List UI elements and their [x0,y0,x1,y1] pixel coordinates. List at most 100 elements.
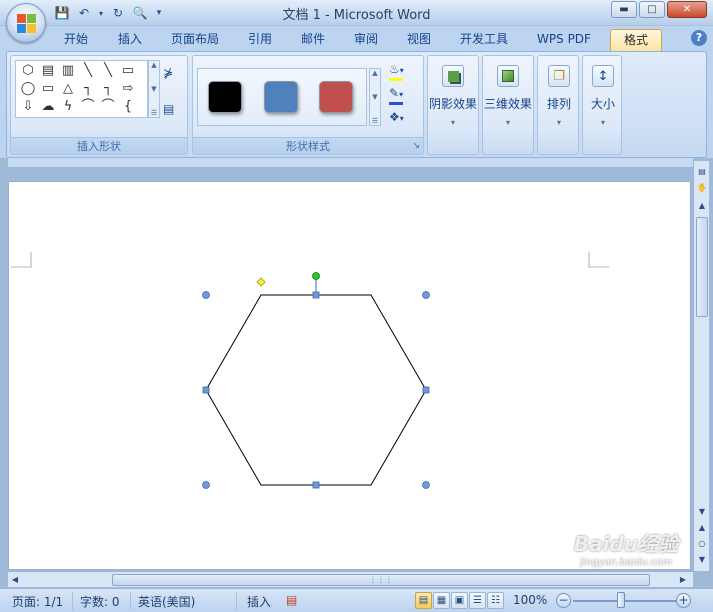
shape-option[interactable]: ⌒ [98,98,118,116]
page-count[interactable]: 页面: 1/1 [12,593,63,610]
text-box-icon[interactable]: ▤ [163,102,174,116]
zoom-level[interactable]: 100% [513,593,547,607]
status-bar: 页面: 1/1 字数: 0 英语(美国) 插入 ▤ ▤ ▦ ▣ ☰ ☷ 100%… [0,588,713,612]
zoom-in-icon[interactable]: + [676,593,691,608]
shape-option[interactable]: ▤ [38,62,58,80]
edit-shape-icon[interactable]: ⋡ [163,66,173,80]
minimize-icon[interactable]: ▬ [611,1,637,18]
shape-option[interactable]: ▥ [58,62,78,80]
horizontal-scroll-thumb[interactable]: ⋮⋮⋮ [112,574,650,586]
group-label-shape-styles: 形状样式 ↘ [193,137,423,154]
tab-insert[interactable]: 插入 [110,31,150,51]
style-swatch-red[interactable] [319,81,353,113]
title-bar: 💾 ↶ ▾ ↻ 🔍 ▾ 文档 1 - Microsoft Word ▬ □ ✕ [0,0,713,26]
document-page[interactable] [8,181,691,570]
size-icon: ↕ [592,65,614,87]
macro-record-icon[interactable]: ▤ [286,593,297,607]
insert-mode[interactable]: 插入 [247,593,271,610]
tab-view[interactable]: 视图 [399,31,439,51]
web-layout-icon[interactable]: ▣ [451,592,468,609]
scroll-up-icon[interactable]: ▲ [151,61,156,69]
next-page-icon[interactable]: ▼ [695,553,709,567]
ruler-strip [8,158,693,168]
shape-option[interactable]: ╲ [78,62,98,80]
shape-option[interactable]: △ [58,80,78,98]
shape-option[interactable]: { [118,98,138,116]
3d-effects-label: 三维效果 [483,97,532,111]
hand-icon[interactable]: ✋ [695,181,709,195]
shape-option[interactable]: ◯ [18,80,38,98]
zoom-out-icon[interactable]: − [556,593,571,608]
shape-option[interactable]: ╲ [98,62,118,80]
word-count[interactable]: 字数: 0 [80,593,120,610]
styles-scroll-down-icon[interactable]: ▼ [372,93,377,101]
browse-object-icon[interactable]: ○ [695,537,709,551]
tab-wps-pdf[interactable]: WPS PDF [530,31,598,51]
shape-option[interactable]: ☁ [38,98,58,116]
shape-option[interactable]: ▭ [38,80,58,98]
arrange-button[interactable]: ❐ 排列 ▾ [534,59,584,137]
tab-mailings[interactable]: 邮件 [293,31,333,51]
tab-references[interactable]: 引用 [240,31,280,51]
tab-developer[interactable]: 开发工具 [452,31,516,51]
vertical-scroll-thumb[interactable] [696,217,708,317]
styles-scroll-up-icon[interactable]: ▲ [372,69,377,77]
scroll-left-icon[interactable]: ◀ [8,573,22,587]
tab-page-layout[interactable]: 页面布局 [164,31,226,51]
shapes-gallery[interactable]: ⬡ ▤ ▥ ╲ ╲ ▭ ◯ ▭ △ ┐ ┐ ⇨ ⇩ ☁ ϟ ⌒ ⌒{ [15,60,148,118]
previous-page-icon[interactable]: ▲ [695,521,709,535]
language-indicator[interactable]: 英语(美国) [138,593,195,610]
shape-option[interactable]: ⇨ [118,80,138,98]
resize-handle-bottom [312,481,320,489]
shape-option[interactable]: ▭ [118,62,138,80]
full-screen-reading-icon[interactable]: ▦ [433,592,450,609]
style-swatch-blue[interactable] [264,81,298,113]
shape-option[interactable]: ⬡ [18,62,38,80]
vertical-scrollbar[interactable]: ▤ ✋ ▲ ▼ ▲ ○ ▼ [693,161,709,571]
shapes-gallery-scroll[interactable]: ▲ ▼ ☰ [148,60,160,118]
change-shape-icon[interactable]: ❖▾ [389,110,404,124]
outline-icon[interactable]: ✎▾ [389,86,403,100]
fill-icon[interactable]: ♨▾ [389,62,404,76]
shadow-effects-button[interactable]: 阴影效果 ▾ [428,59,478,137]
ribbon-tabs: 开始 插入 页面布局 引用 邮件 审阅 视图 开发工具 WPS PDF 格式 ? [0,26,713,52]
maximize-icon[interactable]: □ [639,1,665,18]
scroll-up-icon[interactable]: ▲ [695,199,709,213]
resize-handle-bottom-right [422,481,430,489]
zoom-slider-knob[interactable] [617,592,625,608]
outline-view-icon[interactable]: ☰ [469,592,486,609]
zoom-slider[interactable] [573,600,677,602]
tab-review[interactable]: 审阅 [346,31,386,51]
rotation-handle [312,272,320,280]
tab-home[interactable]: 开始 [56,31,96,51]
styles-more-icon[interactable]: ☰ [372,117,378,125]
close-icon[interactable]: ✕ [667,1,707,18]
chevron-down-icon: ▾ [600,118,605,127]
shape-option[interactable]: ϟ [58,98,78,116]
office-button[interactable] [6,3,46,43]
scroll-right-icon[interactable]: ▶ [676,573,690,587]
group-insert-shapes: ⬡ ▤ ▥ ╲ ╲ ▭ ◯ ▭ △ ┐ ┐ ⇨ ⇩ ☁ ϟ ⌒ ⌒{ ▲ ▼ ☰ ⋡ ▤ 插入形状 [10,55,188,155]
dialog-launcher-icon[interactable]: ↘ [412,138,420,155]
help-icon[interactable]: ? [691,30,707,46]
draft-view-icon[interactable]: ☷ [487,592,504,609]
horizontal-scrollbar[interactable]: ◀ ⋮⋮⋮ ▶ [8,571,693,587]
gallery-more-icon[interactable]: ☰ [151,109,157,117]
shape-option[interactable]: ⌒ [78,98,98,116]
resize-handle-left [202,386,210,394]
adjust-handle [256,277,266,287]
shape-option[interactable]: ┐ [78,80,98,98]
ruler-toggle-icon[interactable]: ▤ [695,165,709,179]
print-layout-view-icon[interactable]: ▤ [415,592,432,609]
tab-format[interactable]: 格式 [610,29,662,52]
shape-option[interactable]: ┐ [98,80,118,98]
size-button[interactable]: ↕ 大小 ▾ [578,59,628,137]
chevron-down-icon: ▾ [450,118,455,127]
3d-effects-button[interactable]: 三维效果 ▾ [483,59,533,137]
shape-styles-gallery[interactable] [197,68,367,126]
styles-gallery-scroll[interactable]: ▲ ▼ ☰ [369,68,381,126]
shape-option[interactable]: ⇩ [18,98,38,116]
style-swatch-black[interactable] [208,81,242,113]
scroll-down-icon[interactable]: ▼ [695,505,709,519]
scroll-down-icon[interactable]: ▼ [151,85,156,93]
